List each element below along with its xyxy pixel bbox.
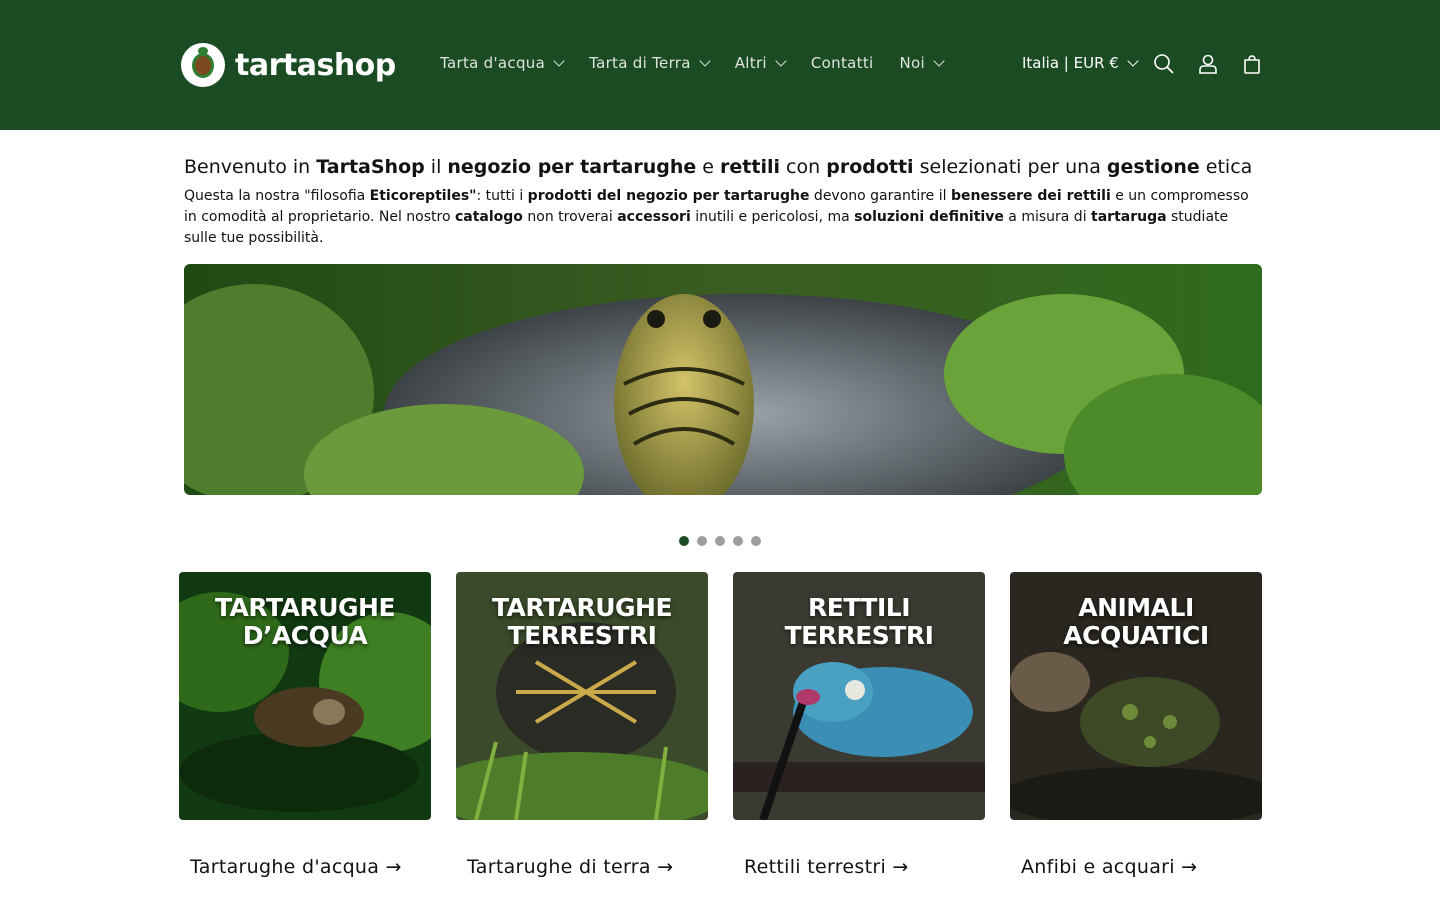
header-icons (1150, 50, 1282, 78)
slide-dot-1[interactable] (679, 536, 689, 546)
category-card-animali-acquatici[interactable]: ANIMALI ACQUATICI Anfibi e acquari → (1010, 572, 1262, 878)
slide-dot-3[interactable] (715, 536, 725, 546)
nav-item-label: Tarta di Terra (589, 54, 691, 72)
category-link-label[interactable]: Anfibi e acquari → (1021, 856, 1197, 878)
category-image: TARTARUGHE D’ACQUA (179, 572, 431, 820)
brand-name: tartashop (235, 47, 396, 83)
turtle-logo-icon (181, 43, 225, 87)
intro-heading: Benvenuto in TartaShop il negozio per ta… (184, 156, 1253, 178)
site-header: tartashop Tarta d'acqua Tarta di Terra A… (0, 0, 1440, 130)
category-card-rettili-terrestri[interactable]: RETTILI TERRESTRI Rettili terrestri → (733, 572, 985, 878)
slide-dot-2[interactable] (697, 536, 707, 546)
slideshow-pagination (679, 536, 769, 546)
category-image: RETTILI TERRESTRI (733, 572, 985, 820)
hero-slide-image[interactable] (184, 264, 1262, 495)
nav-item-label: Altri (734, 54, 767, 72)
nav-item-contatti[interactable]: Contatti (811, 54, 874, 72)
nav-item-altri[interactable]: Altri (734, 54, 787, 72)
slide-dot-5[interactable] (751, 536, 761, 546)
category-image-title: ANIMALI ACQUATICI (1063, 593, 1209, 650)
chevron-down-icon (1127, 55, 1139, 67)
main-nav: Tarta d'acqua Tarta di Terra Altri Conta… (440, 54, 969, 72)
category-image-title: TARTARUGHE D’ACQUA (214, 593, 396, 650)
nav-item-tarta-acqua[interactable]: Tarta d'acqua (440, 54, 565, 72)
chevron-down-icon (933, 55, 945, 67)
nav-item-label: Noi (899, 54, 925, 72)
category-link-label[interactable]: Tartarughe di terra → (467, 856, 673, 878)
nav-item-tarta-terra[interactable]: Tarta di Terra (589, 54, 711, 72)
country-currency-selector[interactable]: Italia | EUR € (1022, 54, 1139, 72)
category-card-tartarughe-acqua[interactable]: TARTARUGHE D’ACQUA Tartarughe d'acqua → (179, 572, 431, 878)
intro-section: Benvenuto in TartaShop il negozio per ta… (184, 154, 1264, 249)
search-icon[interactable] (1150, 50, 1178, 78)
category-image-title: RETTILI TERRESTRI (784, 593, 934, 650)
category-image-title: TARTARUGHE TERRESTRI (491, 593, 673, 650)
chevron-down-icon (699, 55, 711, 67)
slide-dot-4[interactable] (733, 536, 743, 546)
intro-paragraph: Questa la nostra "filosofia Eticoreptile… (184, 188, 1249, 246)
chevron-down-icon (553, 55, 565, 67)
cart-icon[interactable] (1238, 50, 1266, 78)
brand-logo[interactable]: tartashop (181, 43, 396, 87)
nav-item-noi[interactable]: Noi (899, 54, 945, 72)
category-link-label[interactable]: Rettili terrestri → (744, 856, 909, 878)
category-image: TARTARUGHE TERRESTRI (456, 572, 708, 820)
country-currency-label: Italia | EUR € (1022, 54, 1119, 72)
category-card-tartarughe-terrestri[interactable]: TARTARUGHE TERRESTRI Tartarughe di terra… (456, 572, 708, 878)
category-link-label[interactable]: Tartarughe d'acqua → (190, 856, 402, 878)
chevron-down-icon (775, 55, 787, 67)
nav-item-label: Contatti (810, 54, 874, 72)
category-image: ANIMALI ACQUATICI (1010, 572, 1262, 820)
account-icon[interactable] (1194, 50, 1222, 78)
nav-item-label: Tarta d'acqua (440, 54, 546, 72)
